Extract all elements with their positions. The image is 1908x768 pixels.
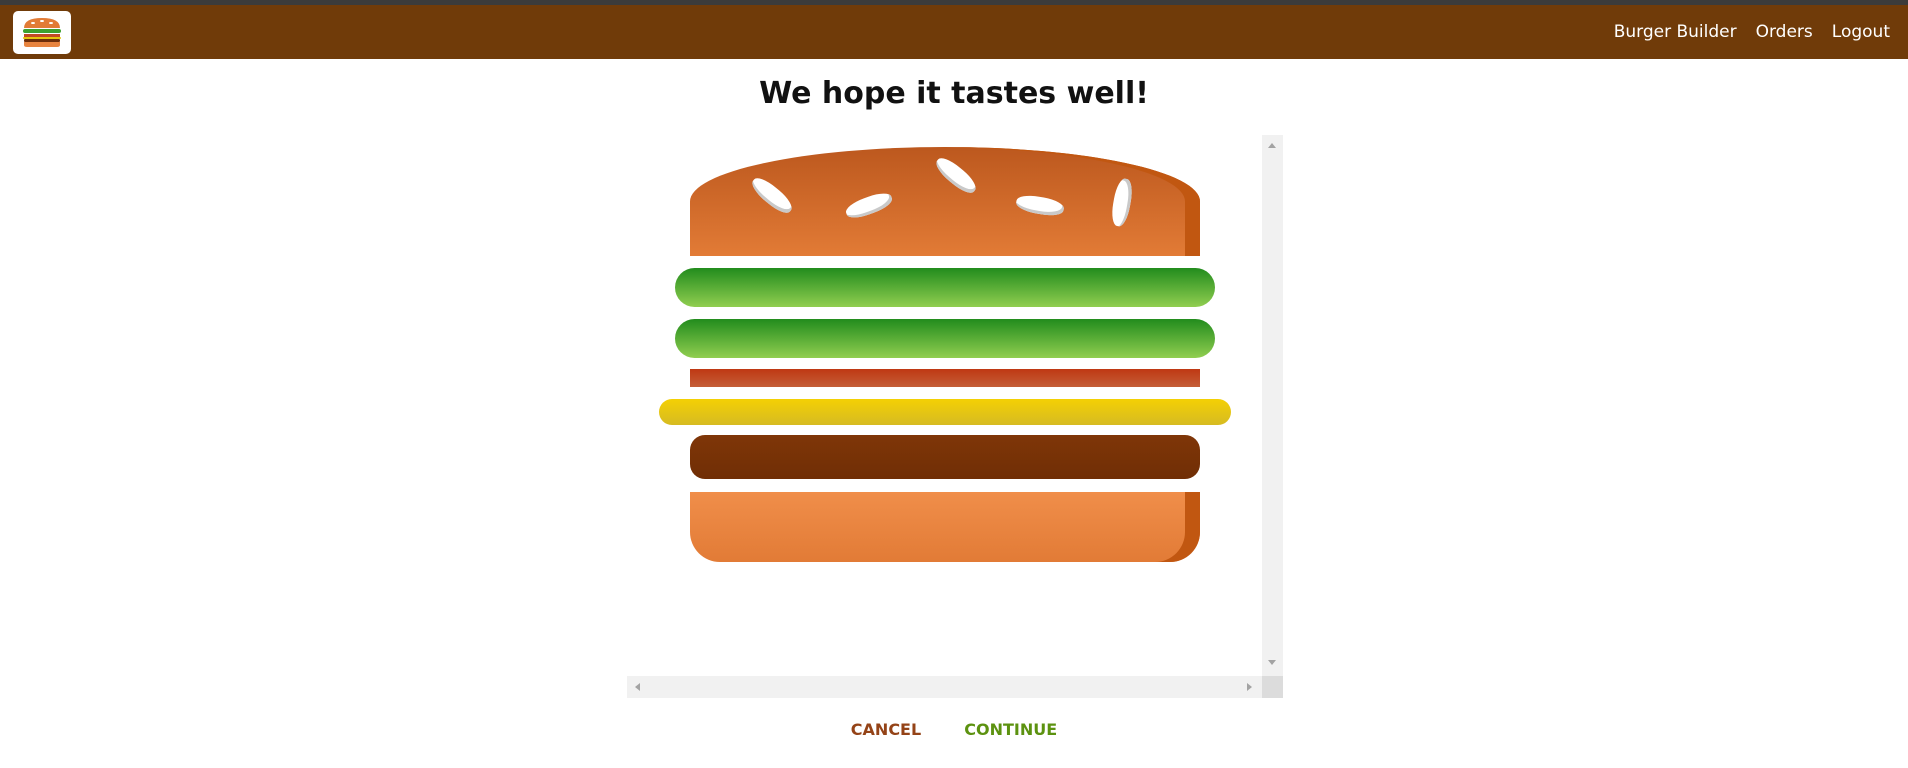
scroll-down-icon[interactable] [1268,660,1276,665]
nav-orders[interactable]: Orders [1756,22,1813,42]
burger-logo-icon [23,18,61,47]
meat-layer [690,435,1200,479]
cancel-button[interactable]: CANCEL [847,716,925,743]
scroll-right-icon[interactable] [1247,683,1252,691]
page-title: We hope it tastes well! [759,76,1149,111]
continue-button[interactable]: CONTINUE [960,716,1061,743]
navigation-items: Burger Builder Orders Logout [1595,5,1890,59]
seed [748,173,796,218]
cheese-layer [659,399,1231,425]
seed [932,153,980,198]
scroll-left-icon[interactable] [635,683,640,691]
nav-logout[interactable]: Logout [1832,22,1890,42]
horizontal-scrollbar[interactable] [627,676,1262,698]
logo[interactable] [13,11,71,54]
bread-bottom [690,492,1200,562]
burger-preview [627,135,1283,698]
salad-layer [675,268,1215,307]
scrollbar-corner [1262,676,1283,698]
seed [1014,192,1066,219]
action-buttons: CANCEL CONTINUE [0,716,1908,743]
bacon-layer [690,369,1200,387]
vertical-scrollbar[interactable] [1262,135,1283,676]
seed [1109,177,1135,228]
scroll-up-icon[interactable] [1268,143,1276,148]
nav-burger-builder[interactable]: Burger Builder [1614,22,1737,42]
toolbar: Burger Builder Orders Logout [0,5,1908,59]
seed [843,189,895,222]
bread-top [690,147,1200,256]
salad-layer [675,319,1215,358]
